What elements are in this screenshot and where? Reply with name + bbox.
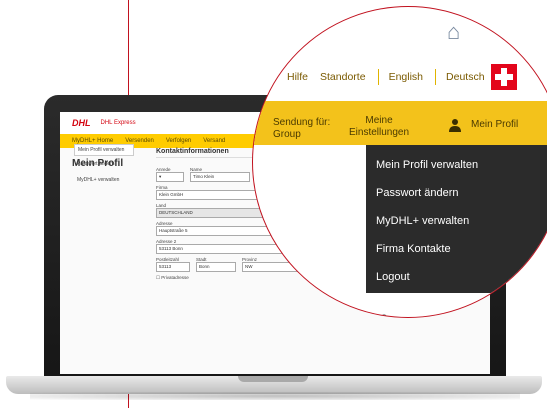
zoom-magnifier: ⌂ Hilfe Standorte English Deutsch Sendun…	[252, 6, 547, 318]
phone-label: elefon	[309, 299, 342, 313]
plz-field[interactable]: 53113	[156, 262, 190, 272]
divider	[435, 69, 437, 85]
my-profile-menu[interactable]: Mein Profil	[471, 119, 518, 130]
settings-label-line2: Einstellungen	[349, 127, 410, 138]
dropdown-item-logout[interactable]: Logout	[376, 271, 410, 283]
callout-line-top	[128, 0, 129, 96]
link-hilfe[interactable]: Hilfe	[287, 71, 308, 83]
anrede-select[interactable]: ▾	[156, 172, 184, 182]
stadt-field[interactable]: Bonn	[196, 262, 236, 272]
link-deutsch[interactable]: Deutsch	[446, 71, 485, 83]
dhl-logo[interactable]: DHL	[72, 118, 91, 128]
shipment-value: Group	[273, 129, 301, 140]
dropdown-item-manage-profile[interactable]: Mein Profil verwalten	[376, 159, 478, 171]
user-icon	[449, 119, 461, 132]
shipment-for[interactable]: Sendung für: Group	[273, 117, 330, 141]
laptop-notch	[238, 376, 308, 382]
divider	[377, 69, 379, 85]
settings-label-line1: Meine	[365, 115, 393, 126]
name-field[interactable]: Timo Klein	[190, 172, 250, 182]
link-english[interactable]: English	[389, 71, 423, 83]
sidebar-item-manage-mydhl[interactable]: MyDHL+ verwalten	[74, 172, 134, 188]
dropdown-item-manage-mydhl[interactable]: MyDHL+ verwalten	[376, 215, 469, 227]
sidebar-item-change-password[interactable]: Passwort ändern	[74, 156, 134, 172]
phone-value: 95439	[349, 311, 388, 317]
nav-versand[interactable]: Versand	[203, 138, 225, 144]
my-settings-link[interactable]: Meine Einstellungen	[349, 115, 409, 139]
dropdown-item-company-contacts[interactable]: Firma Kontakte	[376, 243, 451, 255]
home-icon[interactable]: ⌂	[447, 19, 460, 45]
link-standorte[interactable]: Standorte	[320, 71, 366, 83]
swiss-flag-icon[interactable]	[491, 64, 517, 90]
sidebar-item-manage-profile[interactable]: Mein Profil verwalten	[74, 144, 134, 156]
shipment-label: Sendung für:	[273, 117, 331, 128]
profile-sidebar: Mein Profil verwalten Passwort ändern My…	[74, 144, 134, 188]
dropdown-item-change-password[interactable]: Passwort ändern	[376, 187, 459, 199]
privatadresse-label: Privatadresse	[161, 275, 189, 280]
nav-verfolgen[interactable]: Verfolgen	[166, 138, 191, 144]
laptop-shadow	[30, 392, 520, 400]
dhl-express-label: DHL Express	[100, 120, 136, 126]
profile-dropdown: Mein Profil verwalten Passwort ändern My…	[366, 145, 547, 293]
